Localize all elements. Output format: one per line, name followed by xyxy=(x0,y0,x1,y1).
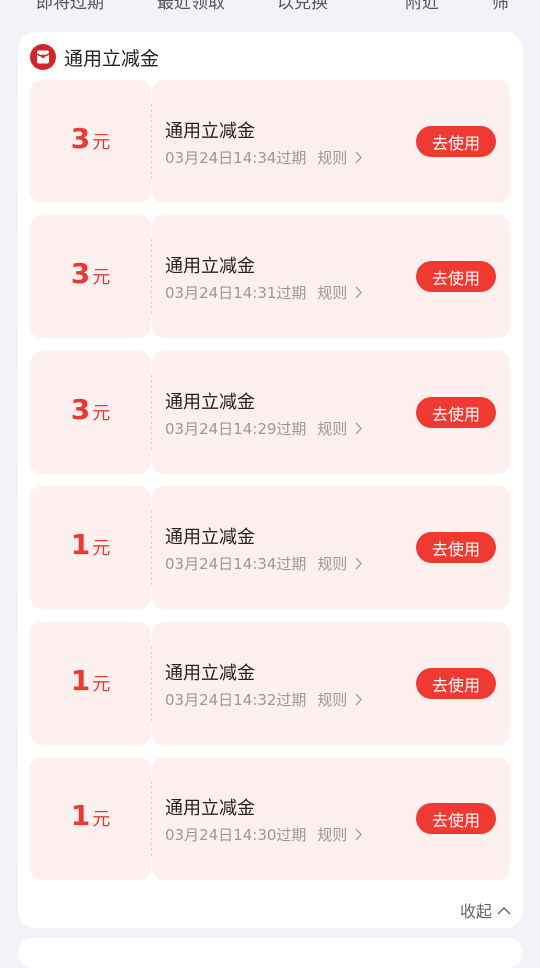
coupon-item: 1元 通用立减金 03月24日14:34过期 规则 去使用 xyxy=(30,486,510,609)
coupon-item: 1元 通用立减金 03月24日14:32过期 规则 去使用 xyxy=(30,622,510,745)
coupon-amount: 1 xyxy=(70,664,91,697)
coupon-unit: 元 xyxy=(92,674,111,695)
use-coupon-button[interactable]: 去使用 xyxy=(416,261,496,292)
coupon-name: 通用立减金 xyxy=(165,121,255,142)
chevron-right-icon xyxy=(355,422,362,435)
coupon-item: 3元 通用立减金 03月24日14:29过期 规则 去使用 xyxy=(30,351,510,474)
coupon-unit: 元 xyxy=(92,538,111,559)
rule-link[interactable]: 规则 xyxy=(317,284,363,302)
rule-label: 规则 xyxy=(317,826,348,844)
rule-link[interactable]: 规则 xyxy=(317,826,363,844)
coupon-expiry: 03月24日14:34过期 xyxy=(165,149,307,167)
coupon-amount: 3 xyxy=(70,122,91,155)
chevron-right-icon xyxy=(355,828,362,841)
coupon-expiry: 03月24日14:34过期 xyxy=(165,555,307,573)
use-coupon-button[interactable]: 去使用 xyxy=(416,532,496,563)
next-section-card xyxy=(18,938,523,968)
coupon-info-panel: 通用立减金 03月24日14:34过期 规则 去使用 xyxy=(152,80,510,203)
tab-redeemed[interactable]: 以兑换 xyxy=(277,0,328,13)
coupon-unit: 元 xyxy=(92,132,111,153)
coupon-amount-panel: 3元 xyxy=(30,351,151,474)
chevron-up-icon xyxy=(497,906,511,914)
tab-expiring-soon[interactable]: 即将过期 xyxy=(36,0,104,13)
tab-nearby[interactable]: 附近 xyxy=(405,0,439,13)
coupon-name: 通用立减金 xyxy=(165,256,255,277)
section-header: 通用立减金 xyxy=(30,44,159,70)
filter-tabs: 即将过期 最近领取 以兑换 附近 筛 xyxy=(0,0,540,18)
coupon-name: 通用立减金 xyxy=(165,798,255,819)
coupon-section-card: 通用立减金 3元 通用立减金 03月24日14:34过期 规则 去使用 3 元 … xyxy=(18,32,523,928)
coupon-amount-panel: 1元 xyxy=(30,622,151,745)
rule-link[interactable]: 规则 xyxy=(317,149,363,167)
use-coupon-button[interactable]: 去使用 xyxy=(416,668,496,699)
coupon-expiry-row: 03月24日14:34过期 规则 xyxy=(165,147,363,168)
chevron-right-icon xyxy=(355,286,362,299)
rule-label: 规则 xyxy=(317,555,348,573)
coupon-info-panel: 通用立减金 03月24日14:30过期 规则 去使用 xyxy=(152,757,510,880)
coupon-expiry: 03月24日14:32过期 xyxy=(165,691,307,709)
coupon-amount: 1 xyxy=(70,528,91,561)
chevron-right-icon xyxy=(355,151,362,164)
coupon-amount: 3 xyxy=(70,257,91,290)
section-title: 通用立减金 xyxy=(64,47,160,70)
coupon-expiry-row: 03月24日14:29过期 规则 xyxy=(165,418,363,439)
tab-recently-received[interactable]: 最近领取 xyxy=(157,0,225,13)
rule-label: 规则 xyxy=(317,691,348,709)
rule-link[interactable]: 规则 xyxy=(317,691,363,709)
collapse-label: 收起 xyxy=(459,902,492,921)
coupon-amount-panel: 1元 xyxy=(30,486,151,609)
chevron-right-icon xyxy=(355,693,362,706)
coupon-item: 3元 通用立减金 03月24日14:34过期 规则 去使用 xyxy=(30,80,510,203)
rule-link[interactable]: 规则 xyxy=(317,420,363,438)
coupon-amount: 3 xyxy=(70,393,91,426)
coupon-unit: 元 xyxy=(92,403,111,424)
coupon-info-panel: 通用立减金 03月24日14:29过期 规则 去使用 xyxy=(152,351,510,474)
tab-filter[interactable]: 筛 xyxy=(492,0,509,13)
coupon-amount-panel: 3元 xyxy=(30,80,151,203)
rule-label: 规则 xyxy=(317,284,348,302)
coupon-expiry-row: 03月24日14:34过期 规则 xyxy=(165,553,363,574)
collapse-button[interactable]: 收起 xyxy=(460,898,511,922)
use-coupon-button[interactable]: 去使用 xyxy=(416,126,496,157)
coupon-amount-panel: 3元 xyxy=(30,215,151,338)
coupon-expiry: 03月24日14:30过期 xyxy=(165,826,307,844)
coupon-item: 3元 通用立减金 03月24日14:31过期 规则 去使用 xyxy=(30,215,510,338)
coupon-unit: 元 xyxy=(92,809,111,830)
coupon-expiry: 03月24日14:29过期 xyxy=(165,420,307,438)
use-coupon-button[interactable]: 去使用 xyxy=(416,803,496,834)
rule-link[interactable]: 规则 xyxy=(317,555,363,573)
chevron-right-icon xyxy=(355,557,362,570)
coupon-item: 1元 通用立减金 03月24日14:30过期 规则 去使用 xyxy=(30,757,510,880)
coupon-unit: 元 xyxy=(92,267,111,288)
coupon-info-panel: 通用立减金 03月24日14:32过期 规则 去使用 xyxy=(152,622,510,745)
coupon-name: 通用立减金 xyxy=(165,527,255,548)
use-coupon-button[interactable]: 去使用 xyxy=(416,397,496,428)
coupon-amount: 1 xyxy=(70,799,91,832)
coupon-expiry-row: 03月24日14:32过期 规则 xyxy=(165,689,363,710)
coupon-expiry: 03月24日14:31过期 xyxy=(165,284,307,302)
coupon-expiry-row: 03月24日14:30过期 规则 xyxy=(165,824,363,845)
coupon-name: 通用立减金 xyxy=(165,392,255,413)
red-envelope-icon xyxy=(30,44,56,70)
coupon-info-panel: 通用立减金 03月24日14:31过期 规则 去使用 xyxy=(152,215,510,338)
rule-label: 规则 xyxy=(317,149,348,167)
rule-label: 规则 xyxy=(317,420,348,438)
coupon-amount-panel: 1元 xyxy=(30,757,151,880)
coupon-expiry-row: 03月24日14:31过期 规则 xyxy=(165,282,363,303)
coupon-info-panel: 通用立减金 03月24日14:34过期 规则 去使用 xyxy=(152,486,510,609)
coupon-name: 通用立减金 xyxy=(165,663,255,684)
